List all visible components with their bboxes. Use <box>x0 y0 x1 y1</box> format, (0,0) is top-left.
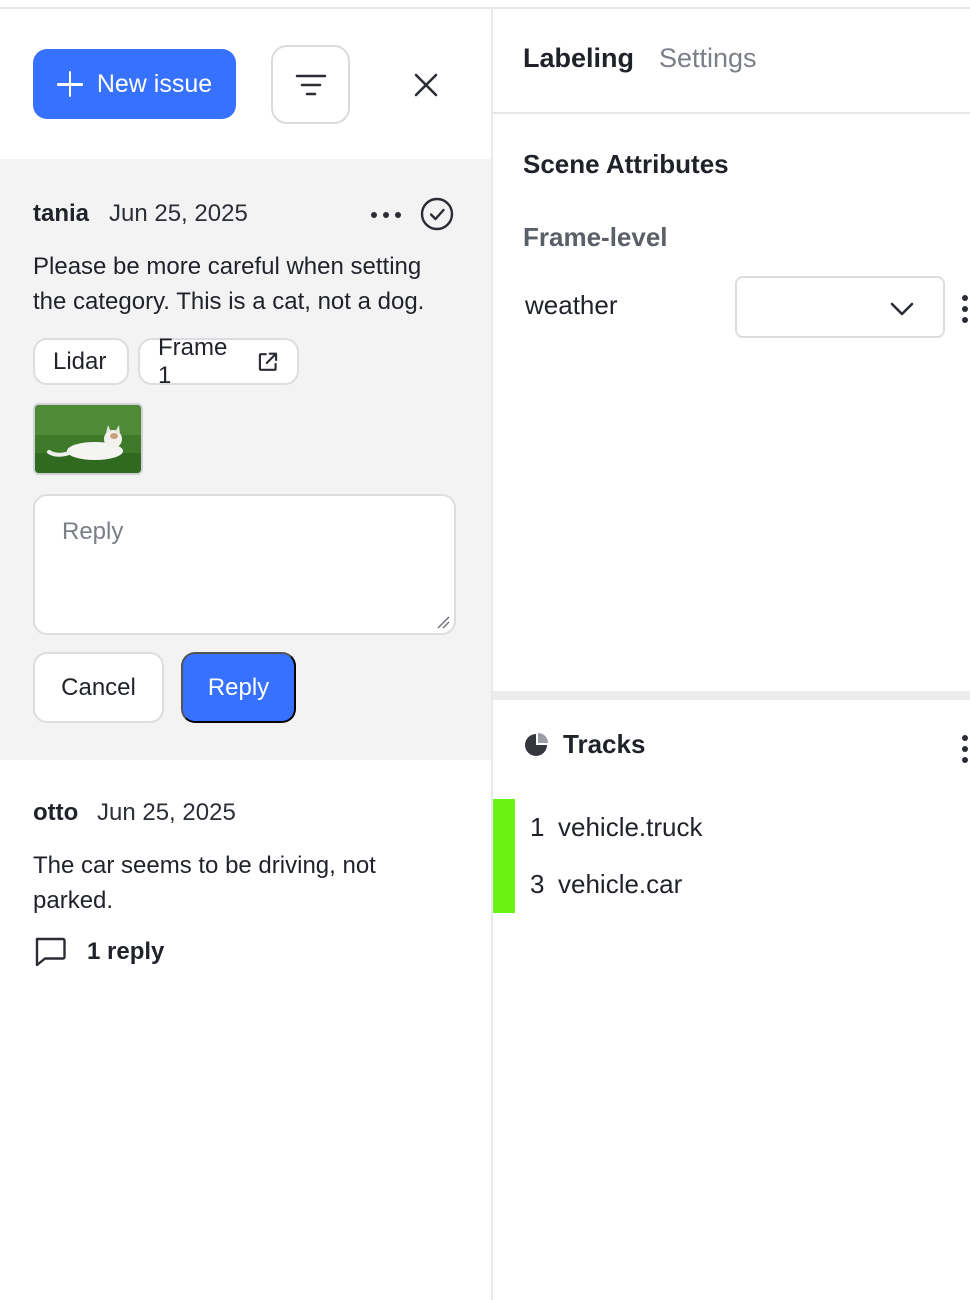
issue-text-line: The car seems to be driving, not <box>33 852 376 879</box>
attribute-more-icon[interactable] <box>961 294 969 324</box>
new-issue-button[interactable]: New issue <box>33 49 236 119</box>
tab-settings[interactable]: Settings <box>659 43 757 74</box>
chip-lidar[interactable]: Lidar <box>33 338 129 385</box>
track-name: vehicle.truck <box>558 812 703 842</box>
track-color-swatch <box>493 799 515 856</box>
scene-attributes-title: Scene Attributes <box>523 149 729 179</box>
chip-label: Frame 1 <box>158 333 228 389</box>
reply-count-label: 1 reply <box>87 938 165 965</box>
issue-text-line: Please be more careful when setting <box>33 253 422 280</box>
issue-author: otto <box>33 799 79 826</box>
resolve-check-icon[interactable] <box>420 197 454 231</box>
chip-frame[interactable]: Frame 1 <box>138 334 299 389</box>
panel-divider[interactable] <box>491 9 493 1300</box>
issue-text[interactable]: The car seems to be driving, not parked. <box>33 848 376 918</box>
tab-labeling[interactable]: Labeling <box>523 43 634 74</box>
chip-label: Lidar <box>53 347 107 375</box>
issue-text: Please be more careful when setting the … <box>33 249 424 319</box>
tabs-divider <box>493 112 970 114</box>
reply-textarea[interactable]: Reply <box>33 494 456 635</box>
tracks-title: Tracks <box>563 729 646 759</box>
frame-level-title: Frame-level <box>523 222 668 252</box>
replies-link[interactable]: 1 reply <box>33 936 164 968</box>
chevron-down-icon <box>890 302 914 316</box>
comment-icon <box>35 937 66 967</box>
external-link-icon <box>258 352 277 371</box>
resize-grip-icon[interactable] <box>436 615 450 629</box>
close-icon <box>414 73 438 97</box>
plus-icon <box>56 71 83 97</box>
track-color-swatch <box>493 856 515 913</box>
filter-button[interactable] <box>271 45 350 124</box>
track-name: vehicle.car <box>558 869 683 899</box>
issue-author: tania <box>33 200 90 227</box>
track-row[interactable]: 1 vehicle.truck <box>493 799 970 856</box>
track-row[interactable]: 3 vehicle.car <box>493 856 970 913</box>
track-id: 1 <box>530 812 545 842</box>
attachment-thumbnail[interactable] <box>33 403 143 475</box>
more-options-icon[interactable] <box>370 210 402 220</box>
cat-photo-image <box>35 405 141 473</box>
tracks-more-icon[interactable] <box>961 734 969 764</box>
tracks-header: Tracks <box>523 729 645 760</box>
reply-placeholder: Reply <box>62 518 124 545</box>
cancel-button[interactable]: Cancel <box>33 652 164 723</box>
attribute-label-weather: weather <box>525 290 618 320</box>
weather-select[interactable] <box>735 276 945 338</box>
track-id: 3 <box>530 869 545 899</box>
close-button[interactable] <box>406 65 446 105</box>
section-divider[interactable] <box>493 691 970 700</box>
issue-text-line: the category. This is a cat, not a dog. <box>33 288 425 315</box>
issue-date: Jun 25, 2025 <box>109 200 248 227</box>
pie-chart-icon <box>525 732 548 756</box>
reply-button[interactable]: Reply <box>181 652 296 723</box>
new-issue-label: New issue <box>96 69 213 98</box>
issue-text-line: parked. <box>33 887 114 914</box>
filter-icon <box>295 74 326 95</box>
issue-date: Jun 25, 2025 <box>97 799 236 826</box>
